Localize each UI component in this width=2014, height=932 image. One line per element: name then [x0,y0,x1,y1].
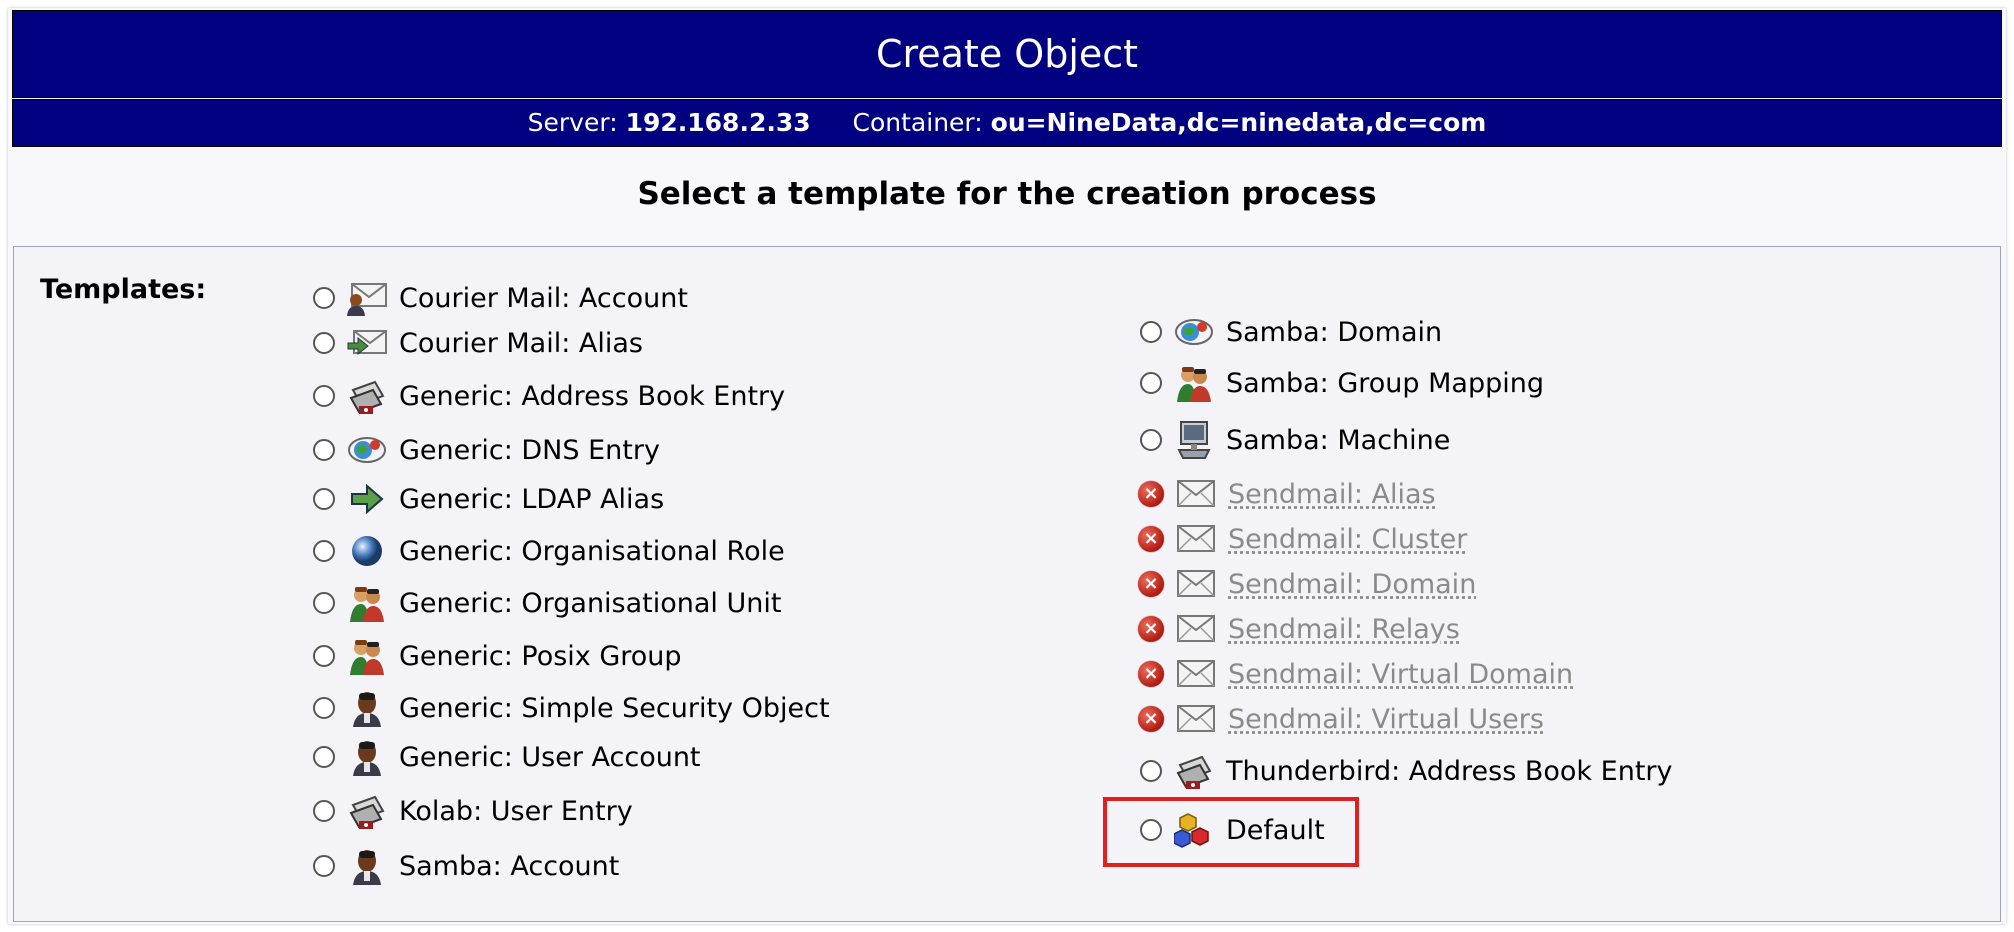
template-option-samba-account[interactable]: Samba: Account [313,844,619,888]
template-label[interactable]: Generic: LDAP Alias [399,484,664,515]
template-option-generic-organisational-role[interactable]: Generic: Organisational Role [313,529,785,573]
template-label[interactable]: Generic: Organisational Unit [399,588,781,619]
user-icon [345,688,389,728]
template-label: Sendmail: Virtual Domain [1228,658,1574,690]
arrow-right-icon [345,479,389,519]
unavailable-icon: × [1138,661,1164,687]
mail-icon [1174,609,1218,649]
template-label[interactable]: Samba: Machine [1226,425,1450,456]
dns-icon [1172,312,1216,352]
template-label[interactable]: Samba: Account [399,851,619,882]
template-option-sendmail-virtual-domain: × Sendmail: Virtual Domain [1138,652,1573,696]
template-radio[interactable] [1140,321,1162,343]
group-icon [1172,363,1216,403]
server-value: 192.168.2.33 [625,108,811,137]
template-label[interactable]: Generic: Simple Security Object [399,693,830,724]
template-option-samba-group-mapping[interactable]: Samba: Group Mapping [1140,361,1544,405]
user-icon [345,737,389,777]
template-label: Sendmail: Cluster [1228,523,1468,555]
templates-panel [13,246,2001,922]
user-mail-icon [345,278,389,318]
template-radio[interactable] [313,385,335,407]
template-option-thunderbird-address-book-entry[interactable]: Thunderbird: Address Book Entry [1140,749,1673,793]
page-title: Create Object [875,32,1139,76]
unavailable-icon: × [1138,706,1164,732]
computer-icon [1172,420,1216,460]
templates-label: Templates: [40,274,207,305]
container-value: ou=NineData,dc=ninedata,dc=com [990,108,1487,137]
template-radio[interactable] [1140,760,1162,782]
template-radio[interactable] [313,332,335,354]
template-option-generic-organisational-unit[interactable]: Generic: Organisational Unit [313,581,781,625]
group-icon [345,583,389,623]
template-option-generic-address-book-entry[interactable]: Generic: Address Book Entry [313,374,785,418]
template-radio[interactable] [313,592,335,614]
address-book-icon [345,791,389,831]
mail-icon [1174,564,1218,604]
template-radio[interactable] [313,488,335,510]
template-option-generic-simple-security-object[interactable]: Generic: Simple Security Object [313,686,830,730]
title-bar: Create Object [12,10,2002,98]
template-radio[interactable] [313,697,335,719]
template-option-generic-user-account[interactable]: Generic: User Account [313,735,701,779]
unavailable-icon: × [1138,481,1164,507]
container-label: Container: [852,108,983,137]
template-option-sendmail-alias: × Sendmail: Alias [1138,472,1436,516]
template-radio[interactable] [313,287,335,309]
template-label: Sendmail: Alias [1228,478,1436,510]
template-option-generic-posix-group[interactable]: Generic: Posix Group [313,634,682,678]
template-heading: Select a template for the creation proce… [637,176,1377,212]
template-label: Sendmail: Relays [1228,613,1460,645]
template-label[interactable]: Generic: User Account [399,742,701,773]
template-radio[interactable] [313,645,335,667]
template-option-sendmail-domain: × Sendmail: Domain [1138,562,1476,606]
template-label[interactable]: Generic: Address Book Entry [399,381,785,412]
template-label[interactable]: Generic: DNS Entry [399,435,660,466]
mail-icon [1174,654,1218,694]
template-label[interactable]: Kolab: User Entry [399,796,633,827]
template-radio[interactable] [1140,429,1162,451]
template-option-sendmail-relays: × Sendmail: Relays [1138,607,1460,651]
template-option-generic-dns-entry[interactable]: Generic: DNS Entry [313,428,660,472]
template-radio[interactable] [313,800,335,822]
group-icon [345,636,389,676]
template-radio[interactable] [1140,372,1162,394]
template-label[interactable]: Courier Mail: Account [399,283,688,314]
mail-alias-icon [345,323,389,363]
globe-icon [345,531,389,571]
address-book-icon [345,376,389,416]
template-label: Sendmail: Virtual Users [1228,703,1544,735]
template-option-generic-ldap-alias[interactable]: Generic: LDAP Alias [313,477,664,521]
unavailable-icon: × [1138,571,1164,597]
template-radio[interactable] [313,746,335,768]
dns-icon [345,430,389,470]
template-label[interactable]: Generic: Organisational Role [399,536,785,567]
template-label[interactable]: Thunderbird: Address Book Entry [1226,756,1673,787]
unavailable-icon: × [1138,616,1164,642]
mail-icon [1174,519,1218,559]
unavailable-icon: × [1138,526,1164,552]
server-info-bar: Server: 192.168.2.33 Container: ou=NineD… [12,99,2002,147]
template-label[interactable]: Generic: Posix Group [399,641,682,672]
template-option-samba-machine[interactable]: Samba: Machine [1140,418,1450,462]
mail-icon [1174,699,1218,739]
address-book-icon [1172,751,1216,791]
template-label[interactable]: Samba: Domain [1226,317,1442,348]
template-option-sendmail-cluster: × Sendmail: Cluster [1138,517,1467,561]
template-option-courier-mail-account[interactable]: Courier Mail: Account [313,276,688,320]
server-label: Server: [527,108,618,137]
user-icon [345,846,389,886]
template-radio[interactable] [313,540,335,562]
default-highlight-box [1103,797,1359,867]
template-option-courier-mail-alias[interactable]: Courier Mail: Alias [313,321,643,365]
template-label: Sendmail: Domain [1228,568,1477,600]
template-radio[interactable] [313,439,335,461]
template-label[interactable]: Courier Mail: Alias [399,328,643,359]
template-label[interactable]: Samba: Group Mapping [1226,368,1544,399]
mail-icon [1174,474,1218,514]
template-option-sendmail-virtual-users: × Sendmail: Virtual Users [1138,697,1544,741]
template-option-kolab-user-entry[interactable]: Kolab: User Entry [313,789,633,833]
template-radio[interactable] [313,855,335,877]
template-option-samba-domain[interactable]: Samba: Domain [1140,310,1442,354]
